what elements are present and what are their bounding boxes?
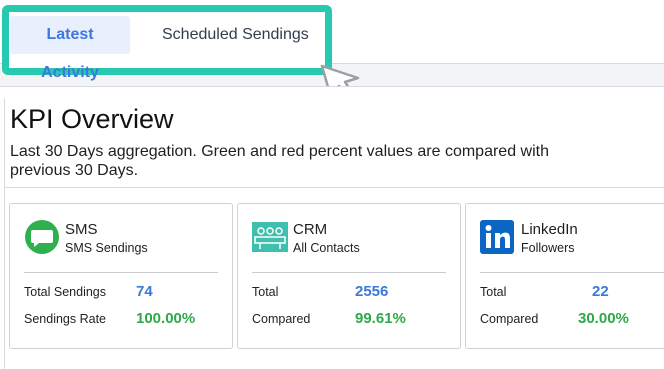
- page-description: Last 30 Days aggregation. Green and red …: [10, 143, 549, 179]
- metric-value: 100.00%: [136, 310, 196, 327]
- metric-value: 30.00%: [578, 310, 629, 327]
- page-title: KPI Overview: [10, 104, 174, 134]
- card-divider: [252, 272, 446, 273]
- metric-value: 99.61%: [355, 310, 406, 327]
- metric-label: Compared: [252, 312, 311, 326]
- metric-label: Compared: [480, 312, 539, 326]
- card-subtitle: All Contacts: [293, 241, 360, 255]
- card-subtitle: Followers: [521, 241, 575, 255]
- card-title: SMS: [65, 221, 98, 238]
- crm-contacts-icon: [252, 222, 288, 252]
- linkedin-icon: [480, 220, 514, 254]
- section-divider: [4, 187, 664, 188]
- tab-latest-activity[interactable]: Latest Activity: [10, 16, 130, 81]
- kpi-card-crm[interactable]: CRM All Contacts Total 2556 Compared 99.…: [237, 203, 461, 349]
- metric-label: Total: [252, 285, 279, 299]
- card-divider: [480, 272, 664, 273]
- metric-value: 74: [136, 283, 153, 300]
- page: Latest Activity Scheduled Sendings KPI O…: [0, 0, 664, 369]
- tab-scheduled-sendings[interactable]: Scheduled Sendings: [152, 16, 319, 54]
- card-title: LinkedIn: [521, 221, 578, 238]
- card-divider: [24, 272, 218, 273]
- metric-label: Total: [480, 285, 507, 299]
- chat-bubble-icon: [25, 220, 59, 254]
- metric-label: Total Sendings: [24, 285, 107, 299]
- kpi-card-linkedin[interactable]: LinkedIn Followers Total 22 Compared 30.…: [465, 203, 664, 349]
- card-title: CRM: [293, 221, 328, 238]
- metric-value: 22: [592, 283, 609, 300]
- metric-label: Sendings Rate: [24, 312, 107, 326]
- content-left-border: [4, 98, 5, 369]
- card-subtitle: SMS Sendings: [65, 241, 148, 255]
- metric-value: 2556: [355, 283, 389, 300]
- kpi-card-sms[interactable]: SMS SMS Sendings Total Sendings 74 Sendi…: [9, 203, 233, 349]
